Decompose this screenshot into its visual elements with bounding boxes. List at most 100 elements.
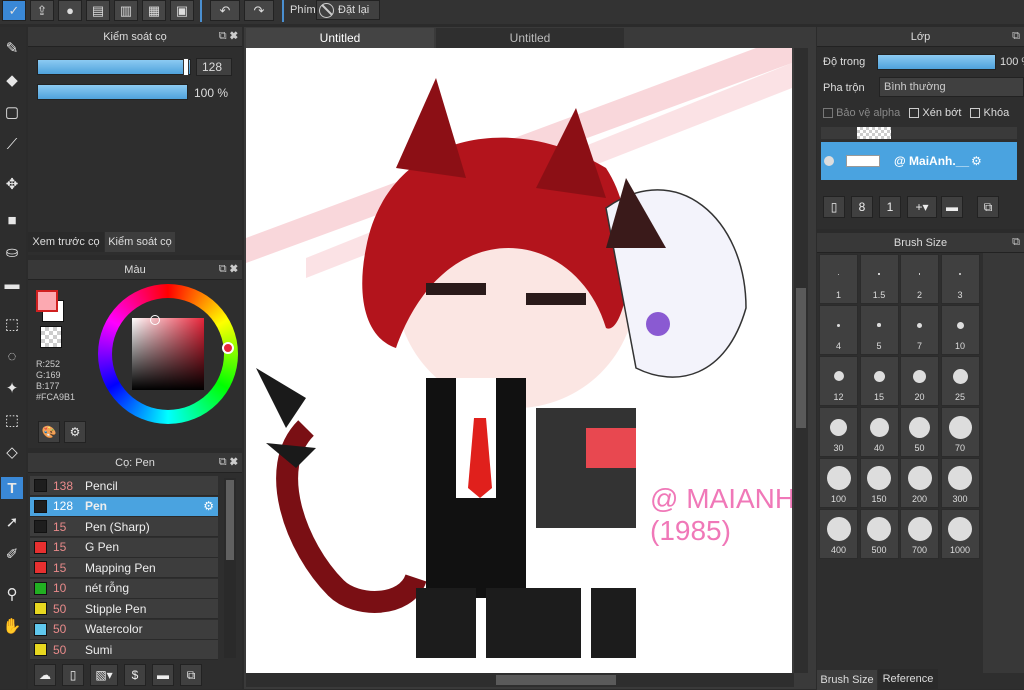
- move-tool-icon[interactable]: ✥: [1, 173, 23, 195]
- undo-icon[interactable]: ↶: [210, 0, 240, 21]
- brush-size-preset[interactable]: 5: [859, 305, 899, 355]
- duplicate-brush-icon[interactable]: ⧉: [180, 664, 202, 686]
- brush-list-item[interactable]: 10 nét rỗng: [30, 578, 218, 599]
- tab-brush-size[interactable]: Brush Size: [817, 670, 877, 690]
- lock-checkbox[interactable]: [970, 108, 981, 119]
- brush-list-item[interactable]: 50 Sumi: [30, 640, 218, 660]
- new-brush-icon[interactable]: ▯: [62, 664, 84, 686]
- layer-row-selected[interactable]: @ MaiAnh.__ ⚙: [821, 142, 1017, 180]
- brush-size-preset[interactable]: 300: [940, 458, 980, 508]
- brush-list-scrollbar[interactable]: [224, 478, 236, 658]
- slider-handle[interactable]: [183, 58, 189, 76]
- panel-float-icon[interactable]: ⧉: [1012, 236, 1020, 249]
- document-tab[interactable]: Untitled: [436, 28, 624, 48]
- brush-size-preset[interactable]: 100: [819, 458, 858, 508]
- panel-float-close-icon[interactable]: ⧉ ✖: [219, 30, 238, 43]
- layer-opacity-slider[interactable]: [877, 54, 996, 70]
- brush-size-preset[interactable]: 10: [940, 305, 980, 355]
- hue-handle[interactable]: [222, 342, 234, 354]
- select-eraser-icon[interactable]: ◇: [1, 441, 23, 463]
- saturation-square[interactable]: [132, 318, 204, 390]
- bucket-tool-icon[interactable]: ⛀: [1, 241, 23, 263]
- operation-tool-icon[interactable]: ➚: [1, 511, 23, 533]
- brush-script-icon[interactable]: $: [124, 664, 146, 686]
- document-tab[interactable]: Untitled: [246, 28, 434, 48]
- new-1bit-layer-icon[interactable]: 1: [879, 196, 901, 218]
- duplicate-layer-icon[interactable]: ⧉: [977, 196, 999, 218]
- line-tool-icon[interactable]: ⟋: [1, 133, 23, 155]
- magic-wand-icon[interactable]: ✦: [1, 377, 23, 399]
- brush-list-item[interactable]: 15 Mapping Pen: [30, 558, 218, 578]
- brush-opacity-slider[interactable]: [37, 84, 188, 100]
- gradient-tool-icon[interactable]: ▬: [1, 273, 23, 295]
- palette-icon[interactable]: 🎨: [38, 421, 60, 443]
- add-layer-menu-icon[interactable]: +▾: [907, 196, 937, 218]
- brush-size-preset[interactable]: 3: [940, 254, 980, 304]
- brush-list-item[interactable]: 128 Pen ⚙: [30, 496, 218, 517]
- brush-size-preset[interactable]: 400: [819, 509, 858, 559]
- brush-menu-icon[interactable]: ▧▾: [90, 664, 118, 686]
- brush-list-item[interactable]: 50 Watercolor: [30, 619, 218, 640]
- layer-settings-icon[interactable]: ⚙: [971, 154, 982, 168]
- share-icon[interactable]: ⇪: [30, 0, 54, 21]
- lasso-icon[interactable]: ◌: [1, 345, 23, 367]
- tab-reference[interactable]: Reference: [878, 669, 938, 689]
- brush-size-preset[interactable]: 1000: [940, 509, 980, 559]
- brush-size-preset[interactable]: 7: [900, 305, 939, 355]
- eraser-tool-icon[interactable]: ◆: [1, 69, 23, 91]
- brush-list-item[interactable]: 15 Pen (Sharp): [30, 517, 218, 537]
- panel-float-close-icon[interactable]: ⧉ ✖: [219, 263, 238, 276]
- add-brush-icon[interactable]: ☁: [34, 664, 56, 686]
- brush-size-preset[interactable]: 200: [900, 458, 939, 508]
- canvas-artwork[interactable]: @ MAIANH (1985): [246, 48, 792, 673]
- brush-size-preset[interactable]: 500: [859, 509, 899, 559]
- brush-settings-icon[interactable]: ⚙: [203, 499, 214, 513]
- brush-list-item[interactable]: 50 Stipple Pen: [30, 599, 218, 619]
- brush-settings-icon[interactable]: ✓: [2, 0, 26, 21]
- brush-size-preset[interactable]: 2: [900, 254, 939, 304]
- transparent-swatch[interactable]: [40, 326, 62, 348]
- brush-size-preset[interactable]: 30: [819, 407, 858, 457]
- layer-folder-icon[interactable]: ▬: [941, 196, 963, 218]
- color-picker-handle[interactable]: [150, 315, 160, 325]
- visibility-icon[interactable]: [824, 156, 834, 166]
- select-rect-icon[interactable]: ⬚: [1, 313, 23, 335]
- brush-tool-icon[interactable]: ✎: [1, 37, 23, 59]
- chat-icon[interactable]: ●: [58, 0, 82, 21]
- brush-size-preset[interactable]: 4: [819, 305, 858, 355]
- new-8bit-layer-icon[interactable]: 8: [851, 196, 873, 218]
- brush-list-item[interactable]: 138 Pencil: [30, 476, 218, 496]
- blend-mode-select[interactable]: Bình thường: [879, 77, 1024, 97]
- brush-size-preset[interactable]: 1: [819, 254, 858, 304]
- brush-size-preset[interactable]: 50: [900, 407, 939, 457]
- brush-size-value[interactable]: 128: [196, 58, 232, 76]
- tab-brush-control[interactable]: Kiểm soát cọ: [105, 232, 175, 252]
- brush-size-preset[interactable]: 70: [940, 407, 980, 457]
- grid-icon[interactable]: ▦: [142, 0, 166, 21]
- rectangle-tool-icon[interactable]: ▢: [1, 101, 23, 123]
- redo-icon[interactable]: ↷: [244, 0, 274, 21]
- layer-row[interactable]: [821, 127, 1017, 139]
- brush-size-slider[interactable]: [37, 59, 191, 75]
- brush-size-preset[interactable]: 25: [940, 356, 980, 406]
- alpha-protect-checkbox[interactable]: [823, 108, 833, 119]
- brush-folder-icon[interactable]: ▬: [152, 664, 174, 686]
- canvas-h-scrollbar[interactable]: [246, 673, 794, 687]
- canvas-v-scrollbar[interactable]: [794, 48, 808, 673]
- reset-button[interactable]: Đặt lại: [316, 0, 380, 20]
- brush-size-preset[interactable]: 12: [819, 356, 858, 406]
- tab-brush-preview[interactable]: Xem trước cọ: [28, 232, 104, 252]
- brush-size-preset[interactable]: 15: [859, 356, 899, 406]
- document-icon[interactable]: ▥: [114, 0, 138, 21]
- hand-icon[interactable]: ✋: [1, 615, 23, 637]
- eyedropper-icon[interactable]: ⚲: [1, 583, 23, 605]
- brush-size-preset[interactable]: 700: [900, 509, 939, 559]
- palette-settings-icon[interactable]: ⚙: [64, 421, 86, 443]
- text-tool-icon[interactable]: T: [1, 477, 23, 499]
- panel-float-close-icon[interactable]: ⧉ ✖: [219, 456, 238, 469]
- brush-size-preset[interactable]: 150: [859, 458, 899, 508]
- brush-size-preset[interactable]: 20: [900, 356, 939, 406]
- foreground-color-swatch[interactable]: [36, 290, 58, 312]
- clip-checkbox[interactable]: [909, 108, 920, 119]
- message-icon[interactable]: ▤: [86, 0, 110, 21]
